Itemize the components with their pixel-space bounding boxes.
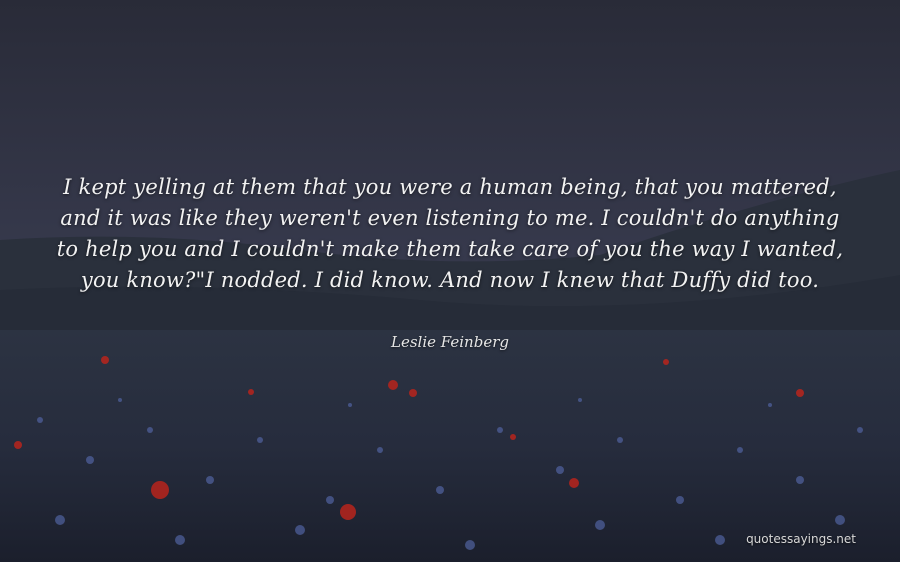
quote-author: Leslie Feinberg: [391, 333, 509, 351]
site-watermark: quotessayings.net: [746, 532, 856, 546]
quote-background-image: I kept yelling at them that you were a h…: [0, 0, 900, 562]
quote-line: to help you and I couldn't make them tak…: [56, 237, 844, 261]
quote-line: I kept yelling at them that you were a h…: [63, 175, 837, 199]
quote-line: you know?"I nodded. I did know. And now …: [80, 268, 820, 292]
quote-text: I kept yelling at them that you were a h…: [50, 172, 850, 296]
quote-line: and it was like they weren't even listen…: [60, 206, 840, 230]
flower-field: [0, 330, 900, 562]
